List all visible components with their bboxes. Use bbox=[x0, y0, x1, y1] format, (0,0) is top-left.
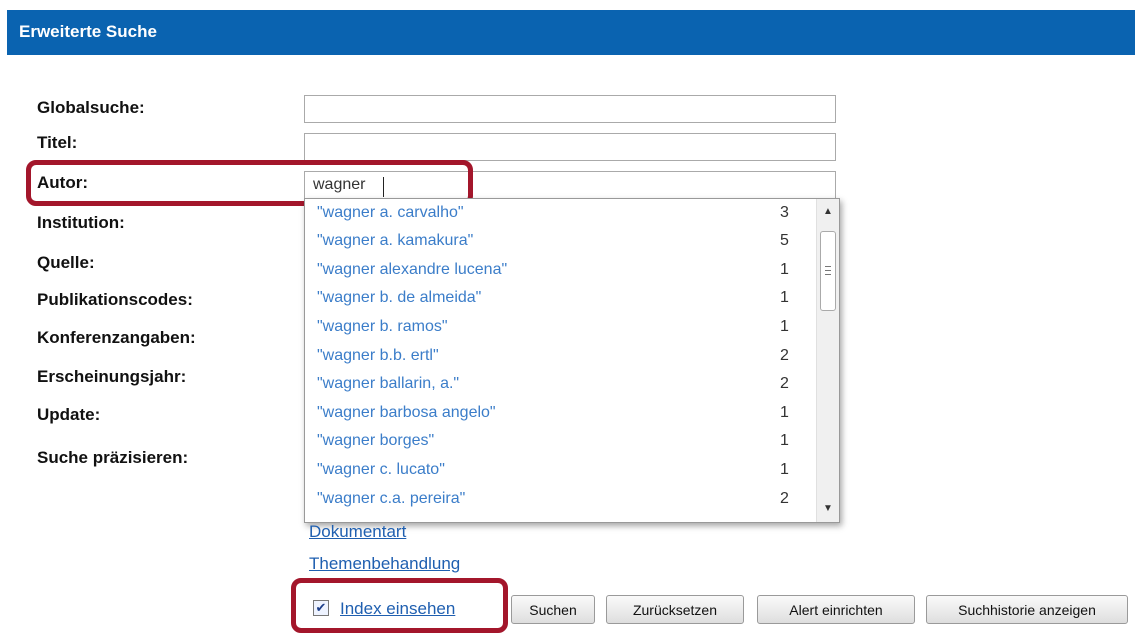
suggestion-count: 2 bbox=[780, 347, 789, 364]
scroll-up-arrow-icon[interactable]: ▲ bbox=[817, 203, 839, 221]
suggestion-item[interactable]: "wagner a. kamakura" 5 bbox=[305, 232, 815, 255]
suggestion-text: "wagner b. ramos" bbox=[317, 318, 448, 335]
zuruecksetzen-button[interactable]: Zurücksetzen bbox=[606, 595, 744, 624]
titel-input[interactable] bbox=[304, 133, 836, 161]
suggestion-item[interactable]: "wagner b. de almeida" 1 bbox=[305, 289, 815, 312]
grip-line bbox=[825, 274, 831, 275]
suggestion-item[interactable]: "wagner borges" 1 bbox=[305, 432, 815, 455]
suggestion-text: "wagner ballarin, a." bbox=[317, 375, 460, 392]
label-update: Update: bbox=[37, 405, 101, 424]
index-checkbox[interactable]: ✔ bbox=[313, 600, 329, 616]
scroll-thumb[interactable] bbox=[820, 231, 836, 311]
label-quelle: Quelle: bbox=[37, 253, 95, 272]
label-konferenzangaben: Konferenzangaben: bbox=[37, 328, 196, 347]
suchen-button[interactable]: Suchen bbox=[511, 595, 595, 624]
suggestion-item[interactable]: "wagner barbosa angelo" 1 bbox=[305, 404, 815, 427]
suggestion-count: 5 bbox=[780, 232, 789, 249]
grip-line bbox=[825, 266, 831, 267]
suggestion-count: 2 bbox=[780, 490, 789, 507]
suggestion-text: "wagner c.a. pereira" bbox=[317, 490, 466, 507]
link-themenbehandlung[interactable]: Themenbehandlung bbox=[309, 554, 460, 574]
suggestion-item[interactable]: "wagner b.b. ertl" 2 bbox=[305, 347, 815, 370]
page-title: Erweiterte Suche bbox=[19, 22, 157, 41]
label-globalsuche: Globalsuche: bbox=[37, 98, 145, 117]
suggestion-count: 1 bbox=[780, 404, 789, 421]
label-publikationscodes: Publikationscodes: bbox=[37, 290, 193, 309]
index-einsehen-link[interactable]: Index einsehen bbox=[340, 599, 455, 619]
suggestion-count: 1 bbox=[780, 261, 789, 278]
suggestion-count: 3 bbox=[780, 204, 789, 221]
globalsuche-input[interactable] bbox=[304, 95, 836, 123]
suggestion-text: "wagner b.b. ertl" bbox=[317, 347, 439, 364]
suggestion-text: "wagner borges" bbox=[317, 432, 435, 449]
link-dokumentart[interactable]: Dokumentart bbox=[309, 522, 406, 542]
suggestion-item[interactable]: "wagner c.a. pereira" 2 bbox=[305, 490, 815, 513]
alert-einrichten-button[interactable]: Alert einrichten bbox=[757, 595, 915, 624]
label-suche-praezisieren: Suche präzisieren: bbox=[37, 448, 189, 467]
suggestion-count: 1 bbox=[780, 432, 789, 449]
grip-line bbox=[825, 270, 831, 271]
suchhistorie-button[interactable]: Suchhistorie anzeigen bbox=[926, 595, 1128, 624]
suggestion-text: "wagner a. kamakura" bbox=[317, 232, 474, 249]
suggestion-item[interactable]: "wagner c. lucato" 1 bbox=[305, 461, 815, 484]
suggestion-text: "wagner alexandre lucena" bbox=[317, 261, 508, 278]
suggestion-item[interactable]: "wagner a. carvalho" 3 bbox=[305, 204, 815, 227]
label-titel: Titel: bbox=[37, 133, 78, 152]
scroll-down-arrow-icon[interactable]: ▼ bbox=[817, 500, 839, 518]
suggestion-count: 2 bbox=[780, 375, 789, 392]
suggestion-text: "wagner c. lucato" bbox=[317, 461, 445, 478]
suggestion-item[interactable]: "wagner alexandre lucena" 1 bbox=[305, 261, 815, 284]
suggestion-text: "wagner b. de almeida" bbox=[317, 289, 482, 306]
suggestion-count: 1 bbox=[780, 289, 789, 306]
label-erscheinungsjahr: Erscheinungsjahr: bbox=[37, 367, 187, 386]
label-institution: Institution: bbox=[37, 213, 125, 232]
suggestion-text: "wagner a. carvalho" bbox=[317, 204, 464, 221]
autocomplete-dropdown[interactable]: "wagner a. carvalho" 3 "wagner a. kamaku… bbox=[304, 198, 840, 523]
suggestion-text: "wagner barbosa angelo" bbox=[317, 404, 496, 421]
page-header: Erweiterte Suche bbox=[7, 10, 1135, 55]
suggestion-item[interactable]: "wagner ballarin, a." 2 bbox=[305, 375, 815, 398]
suggestion-item[interactable]: "wagner b. ramos" 1 bbox=[305, 318, 815, 341]
dropdown-scrollbar[interactable]: ▲ ▼ bbox=[816, 199, 839, 522]
suggestion-count: 1 bbox=[780, 461, 789, 478]
suggestion-count: 1 bbox=[780, 318, 789, 335]
